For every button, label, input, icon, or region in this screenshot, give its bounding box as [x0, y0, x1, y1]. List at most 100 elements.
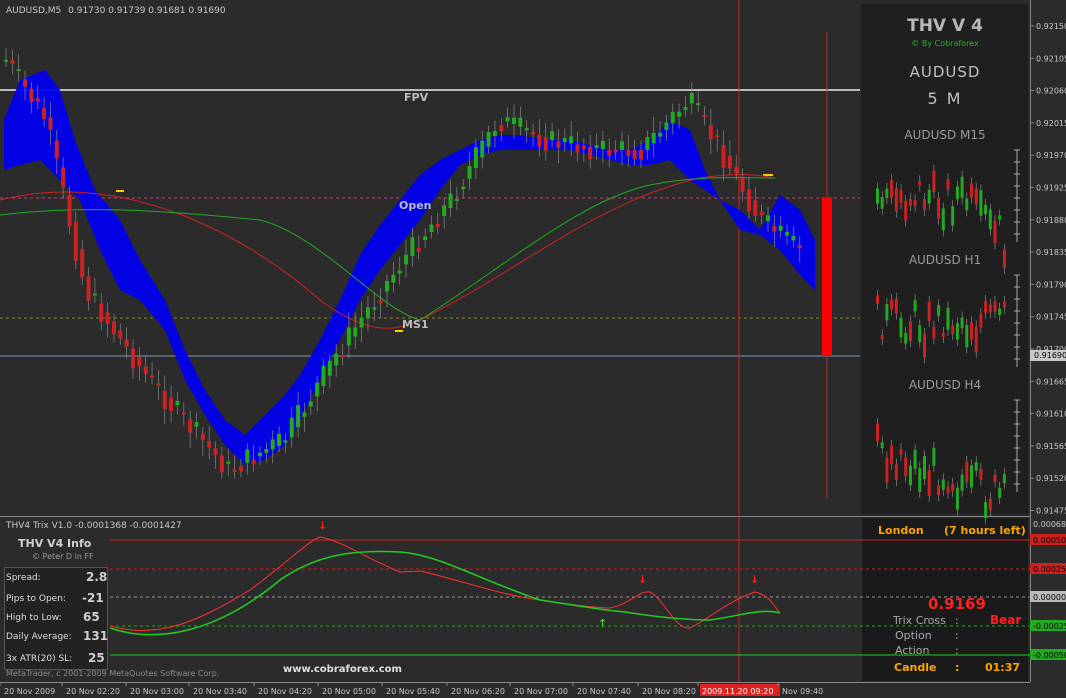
- time-label: 20 Nov 05:40: [386, 687, 440, 696]
- bull-arrow-icon: ↑: [598, 617, 607, 630]
- price-label: 0.91665: [1036, 377, 1066, 386]
- price-label: 0.91835: [1036, 248, 1066, 257]
- bear-candle: [124, 339, 129, 347]
- info-title: THV V4 Info: [18, 537, 92, 550]
- mini-bull-candle: [979, 190, 983, 216]
- mini-bear-candle: [927, 302, 931, 321]
- mini-bull-candle: [998, 487, 1002, 498]
- mini-bull-candle: [913, 450, 917, 469]
- bull-candle: [4, 59, 8, 62]
- mini-bear-candle: [923, 198, 926, 211]
- bear-candle: [797, 245, 802, 248]
- ind-axis-label: 0.000684: [1033, 520, 1066, 529]
- mini-chart-label-h4: AUDUSD H4: [908, 378, 982, 392]
- bear-candle: [200, 434, 205, 440]
- bull-candle: [480, 140, 485, 158]
- bull-candle: [365, 307, 370, 319]
- ind-axis-label: -0.000250: [1033, 622, 1066, 631]
- mini-bear-candle: [974, 188, 978, 205]
- mini-bear-candle: [923, 333, 926, 358]
- ind-axis-label: -0.000500: [1033, 651, 1066, 660]
- bear-candle: [219, 455, 224, 473]
- mini-bull-candle: [937, 304, 941, 316]
- mini-bull-candle: [885, 304, 889, 321]
- bull-candle: [315, 382, 320, 397]
- bull-candle: [683, 107, 688, 110]
- price-label: 0.91745: [1036, 313, 1066, 322]
- bear-candle: [73, 222, 78, 261]
- time-label: 20 Nov 06:20: [451, 687, 505, 696]
- info-value-pips-to-open: -21: [82, 591, 104, 605]
- bull-candle: [600, 140, 605, 150]
- bear-candle: [137, 357, 142, 367]
- mini-bull-candle: [984, 502, 988, 519]
- bear-arrow-icon: ↓: [318, 519, 327, 532]
- bear-candle: [251, 459, 256, 465]
- bull-candle: [194, 422, 199, 427]
- mini-bull-candle: [923, 455, 926, 480]
- bull-candle: [486, 131, 491, 147]
- session-time-left: (7 hours left): [944, 524, 1026, 537]
- mini-bear-candle: [970, 183, 973, 198]
- info-subtitle: © Peter D in FF: [32, 552, 94, 561]
- time-label: Nov 09:40: [782, 687, 823, 696]
- mini-bull-candle: [880, 442, 884, 449]
- mini-bull-candle: [941, 479, 945, 490]
- mini-bear-candle: [918, 181, 922, 186]
- bull-candle: [562, 138, 567, 143]
- bear-candle: [213, 448, 218, 455]
- mini-bear-candle: [984, 300, 988, 313]
- price-label: 0.92060: [1036, 87, 1066, 96]
- mini-bear-candle: [970, 322, 973, 340]
- price-label: 0.91610: [1036, 410, 1066, 419]
- bear-candle: [23, 79, 28, 87]
- mini-bear-candle: [894, 464, 898, 481]
- mini-bear-candle: [932, 170, 936, 192]
- bear-candle: [556, 141, 561, 148]
- projection-bar: [822, 198, 832, 356]
- mini-bear-candle: [890, 180, 894, 198]
- bull-candle: [385, 281, 389, 292]
- bear-candle: [188, 419, 193, 433]
- mini-bull-candle: [918, 468, 922, 493]
- bear-candle: [581, 145, 586, 149]
- bear-candle: [543, 137, 548, 151]
- bear-candle: [48, 117, 53, 130]
- time-label: 20 Nov 03:00: [130, 687, 184, 696]
- action-label: Action: [895, 644, 930, 657]
- bear-candle: [232, 470, 237, 472]
- bull-candle: [518, 118, 523, 127]
- website-link[interactable]: www.cobraforex.com: [283, 664, 402, 675]
- bull-candle: [92, 293, 97, 296]
- bear-candle: [238, 466, 243, 472]
- symbol-name: AUDUSD,M5: [6, 6, 62, 16]
- bull-candle: [226, 461, 231, 464]
- bear-candle: [54, 140, 59, 159]
- mini-bear-candle: [951, 325, 955, 335]
- bear-candle: [169, 398, 174, 412]
- bull-candle: [289, 417, 294, 438]
- mini-bear-candle: [937, 198, 941, 219]
- mini-bull-candle: [970, 465, 973, 488]
- bear-candle: [746, 189, 751, 212]
- info-label-daily-average: Daily Average:: [6, 632, 72, 642]
- bear-candle: [632, 150, 637, 159]
- bear-candle: [727, 155, 732, 169]
- indicator-title: THV4 Trix V1.0 -0.0001368 -0.0001427: [6, 521, 182, 531]
- mini-bear-candle: [993, 301, 997, 312]
- bull-candle: [791, 235, 796, 241]
- bear-candle: [378, 300, 383, 304]
- thv-symbol: AUDUSD: [909, 63, 981, 81]
- mini-bear-candle: [899, 189, 903, 204]
- thv-title: THV V 4: [907, 16, 983, 36]
- bear-candle: [162, 390, 167, 410]
- bear-candle: [29, 88, 34, 103]
- bull-candle: [670, 112, 675, 124]
- current-price-label: 0.91690: [1034, 351, 1066, 360]
- bull-candle: [785, 231, 790, 236]
- bull-candle: [658, 132, 663, 137]
- bear-candle: [67, 194, 72, 227]
- mini-bull-candle: [885, 188, 889, 199]
- bull-candle: [696, 103, 701, 106]
- price-label: 0.91970: [1036, 151, 1066, 160]
